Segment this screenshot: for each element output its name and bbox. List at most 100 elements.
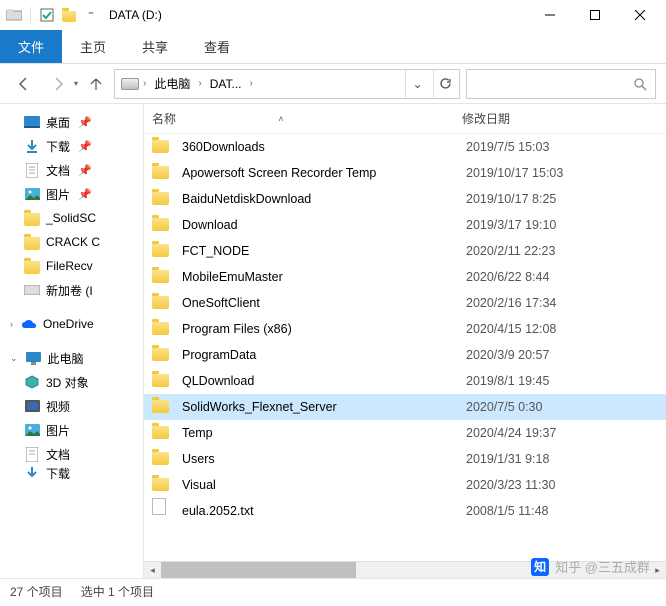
file-date: 2019/7/5 15:03 [466, 140, 666, 154]
search-input[interactable] [466, 69, 656, 99]
nav-videos[interactable]: 视频 [0, 394, 143, 418]
tab-view[interactable]: 查看 [186, 30, 248, 63]
address-bar[interactable]: › 此电脑 › DAT... › ⌄ [114, 69, 460, 99]
file-row[interactable]: eula.2052.txt2008/1/5 11:48 [144, 498, 666, 516]
close-button[interactable] [617, 0, 662, 30]
nav-3d-objects[interactable]: 3D 对象 [0, 370, 143, 394]
file-row[interactable]: Visual2020/3/23 11:30 [144, 472, 666, 498]
file-row[interactable]: Download2019/3/17 19:10 [144, 212, 666, 238]
expand-icon[interactable]: › [10, 319, 13, 329]
forward-button[interactable] [44, 70, 72, 98]
nav-label: 下载 [46, 138, 70, 155]
breadcrumb-sep-icon[interactable]: › [198, 78, 201, 89]
file-date: 2020/7/5 0:30 [466, 400, 666, 414]
qat-checkbox-icon[interactable] [37, 5, 57, 25]
selection-count: 选中 1 个项目 [81, 583, 154, 600]
file-name: ProgramData [182, 348, 466, 362]
breadcrumb-thispc[interactable]: 此电脑 [150, 75, 194, 92]
file-name: Visual [182, 478, 466, 492]
search-icon [633, 77, 647, 91]
file-name: Users [182, 452, 466, 466]
file-name: QLDownload [182, 374, 466, 388]
drive-icon [24, 282, 40, 298]
back-button[interactable] [10, 70, 38, 98]
history-dropdown-icon[interactable]: ▾ [74, 79, 78, 88]
nav-label: 下载 [46, 466, 70, 480]
file-row[interactable]: SolidWorks_Flexnet_Server2020/7/5 0:30 [144, 394, 666, 420]
nav-label: 图片 [46, 186, 70, 203]
folder-icon [152, 398, 170, 416]
nav-label: 视频 [46, 398, 70, 415]
folder-icon [152, 190, 170, 208]
nav-folder[interactable]: _SolidSC [0, 206, 143, 230]
documents-icon [24, 446, 40, 462]
file-row[interactable]: BaiduNetdiskDownload2019/10/17 8:25 [144, 186, 666, 212]
zhihu-logo-icon: 知 [531, 558, 549, 576]
file-name: 360Downloads [182, 140, 466, 154]
breadcrumb-data[interactable]: DAT... [206, 77, 246, 91]
window-title: DATA (D:) [109, 8, 162, 22]
minimize-button[interactable] [527, 0, 572, 30]
pin-icon: 📌 [78, 164, 92, 177]
nav-documents2[interactable]: 文档 [0, 442, 143, 466]
column-date[interactable]: 修改日期 [462, 110, 666, 127]
file-row[interactable]: 360Downloads2019/7/5 15:03 [144, 134, 666, 160]
tab-home[interactable]: 主页 [62, 30, 124, 63]
desktop-icon [24, 114, 40, 130]
nav-label: 文档 [46, 446, 70, 463]
app-icon [4, 5, 24, 25]
qat-folder-icon[interactable] [59, 5, 79, 25]
nav-pictures[interactable]: 图片 📌 [0, 182, 143, 206]
file-row[interactable]: FCT_NODE2020/2/11 22:23 [144, 238, 666, 264]
maximize-button[interactable] [572, 0, 617, 30]
address-dropdown-icon[interactable]: ⌄ [405, 70, 429, 98]
file-row[interactable]: Program Files (x86)2020/4/15 12:08 [144, 316, 666, 342]
nav-documents[interactable]: 文档📌 [0, 158, 143, 182]
nav-thispc[interactable]: ⌄此电脑 [0, 346, 143, 370]
scroll-right-icon[interactable]: ▸ [649, 562, 666, 579]
scrollbar-thumb[interactable] [161, 562, 356, 578]
pictures-icon [24, 422, 40, 438]
file-date: 2020/4/15 12:08 [466, 322, 666, 336]
navigation-pane: 桌面📌 下载📌 文档📌 图片📌 _SolidSC CRACK C FileRec… [0, 104, 144, 578]
file-row[interactable]: OneSoftClient2020/2/16 17:34 [144, 290, 666, 316]
file-name: Temp [182, 426, 466, 440]
pictures-icon [24, 186, 40, 202]
tab-file[interactable]: 文件 [0, 30, 62, 63]
breadcrumb-sep-icon[interactable]: › [143, 78, 146, 89]
collapse-icon[interactable]: ⌄ [10, 353, 18, 364]
nav-folder[interactable]: FileRecv [0, 254, 143, 278]
file-row[interactable]: MobileEmuMaster2020/6/22 8:44 [144, 264, 666, 290]
scroll-left-icon[interactable]: ◂ [144, 562, 161, 579]
nav-pictures2[interactable]: 图片 [0, 418, 143, 442]
file-row[interactable]: Apowersoft Screen Recorder Temp2019/10/1… [144, 160, 666, 186]
ribbon-tabs: 文件 主页 共享 查看 [0, 30, 666, 64]
file-row[interactable]: Temp2020/4/24 19:37 [144, 420, 666, 446]
nav-downloads[interactable]: 下载📌 [0, 134, 143, 158]
tab-share[interactable]: 共享 [124, 30, 186, 63]
file-row[interactable]: ProgramData2020/3/9 20:57 [144, 342, 666, 368]
file-row[interactable]: Users2019/1/31 9:18 [144, 446, 666, 472]
folder-icon [152, 242, 170, 260]
file-name: FCT_NODE [182, 244, 466, 258]
file-name: eula.2052.txt [182, 504, 466, 516]
breadcrumb-sep-icon[interactable]: › [250, 78, 253, 89]
nav-drive[interactable]: 新加卷 (I [0, 278, 143, 302]
file-list[interactable]: 360Downloads2019/7/5 15:03Apowersoft Scr… [144, 134, 666, 561]
nav-onedrive[interactable]: ›OneDrive [0, 312, 143, 336]
qat-overflow-icon[interactable]: ⁼ [81, 5, 101, 25]
drive-icon [121, 78, 139, 90]
up-button[interactable] [84, 72, 108, 96]
folder-icon [152, 346, 170, 364]
column-name[interactable]: 名称˄ [152, 110, 462, 127]
nav-downloads2[interactable]: 下载 [0, 466, 143, 480]
nav-desktop[interactable]: 桌面📌 [0, 110, 143, 134]
file-date: 2019/1/31 9:18 [466, 452, 666, 466]
file-date: 2019/8/1 19:45 [466, 374, 666, 388]
file-date: 2020/6/22 8:44 [466, 270, 666, 284]
file-row[interactable]: QLDownload2019/8/1 19:45 [144, 368, 666, 394]
nav-folder[interactable]: CRACK C [0, 230, 143, 254]
pin-icon: 📌 [78, 188, 92, 201]
file-date: 2020/3/23 11:30 [466, 478, 666, 492]
refresh-button[interactable] [433, 70, 457, 98]
